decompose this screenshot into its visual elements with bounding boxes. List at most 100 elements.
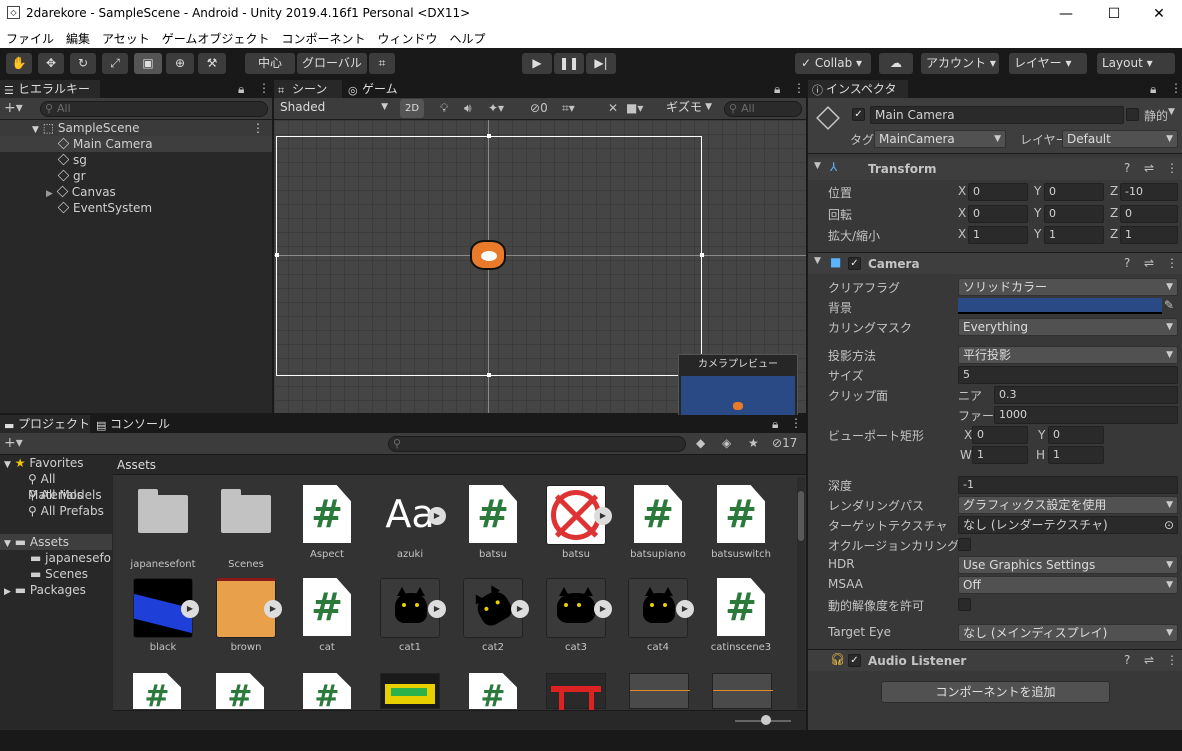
more-icon[interactable]: ⋮ xyxy=(790,416,802,430)
rect-handle[interactable] xyxy=(487,373,491,377)
camera-icon[interactable]: ■▾ xyxy=(626,101,643,115)
clear-flags-dropdown[interactable]: ソリッドカラー xyxy=(958,278,1178,296)
hidden-objects-icon[interactable]: ⊘0 xyxy=(530,101,548,115)
scale-tool-icon[interactable]: ⤢ xyxy=(102,53,128,74)
asset-catinscene3[interactable]: # catinscene3 xyxy=(703,578,779,653)
position-z-input[interactable]: -10 xyxy=(1120,183,1178,201)
menu-window[interactable]: ウィンドウ xyxy=(371,28,443,49)
msaa-dropdown[interactable]: Off xyxy=(958,576,1178,594)
tab-hierarchy[interactable]: ☰ ヒエラルキー xyxy=(0,80,100,98)
rect-handle[interactable] xyxy=(487,134,491,138)
asset-breadcrumb[interactable]: Assets xyxy=(113,455,806,475)
target-eye-dropdown[interactable]: なし (メインディスプレイ) xyxy=(958,624,1178,642)
csharp-script-icon[interactable]: # xyxy=(303,673,351,709)
rotate-tool-icon[interactable]: ↻ xyxy=(70,53,96,74)
foldout-arrow-icon[interactable]: ▼ xyxy=(814,256,821,266)
tab-console[interactable]: ▤ コンソール xyxy=(92,415,172,433)
audio-clip-preview[interactable] xyxy=(712,673,773,709)
scene-menu-icon[interactable]: ⋮ xyxy=(252,120,264,136)
component-menu-icon[interactable]: ⋮ xyxy=(1166,161,1178,175)
rect-handle[interactable] xyxy=(275,253,279,257)
menu-component[interactable]: コンポーネント xyxy=(275,28,371,49)
2d-toggle[interactable]: 2D xyxy=(400,99,424,118)
audio-listener-header[interactable]: 🎧︎ ✓ Audio Listener ? ⇌ ⋮ xyxy=(808,649,1182,671)
asset-aspect[interactable]: # Aspect xyxy=(289,485,365,560)
step-button[interactable]: ▶| xyxy=(586,53,616,74)
help-icon[interactable]: ? xyxy=(1124,653,1130,667)
layer-dropdown[interactable]: Default xyxy=(1062,130,1178,148)
minimize-button[interactable]: — xyxy=(1043,0,1089,28)
scrollbar-thumb[interactable] xyxy=(798,491,804,541)
move-tool-icon[interactable]: ✥ xyxy=(38,53,64,74)
static-checkbox[interactable] xyxy=(1126,108,1139,121)
occlusion-culling-checkbox[interactable] xyxy=(958,538,971,551)
component-menu-icon[interactable]: ⋮ xyxy=(1166,653,1178,667)
rotation-x-input[interactable]: 0 xyxy=(968,205,1028,223)
culling-mask-dropdown[interactable]: Everything xyxy=(958,318,1178,336)
hierarchy-item-eventsystem[interactable]: EventSystem xyxy=(0,200,152,216)
account-dropdown[interactable]: アカウント ▾ xyxy=(921,53,999,74)
layout-dropdown[interactable]: Layout ▾ xyxy=(1097,53,1175,74)
pause-button[interactable]: ❚❚ xyxy=(554,53,584,74)
filter-label-icon[interactable]: ◈ xyxy=(722,436,731,450)
custom-tool-icon[interactable]: ⚒ xyxy=(198,53,226,74)
asset-batsu-sprite[interactable]: ▶ batsu xyxy=(538,485,614,560)
grid-toggle-icon[interactable]: ⌗▾ xyxy=(562,101,575,116)
preset-icon[interactable]: ⇌ xyxy=(1144,256,1154,270)
rendering-path-dropdown[interactable]: グラフィックス設定を使用 xyxy=(958,496,1178,514)
viewport-y-input[interactable]: 0 xyxy=(1048,426,1104,444)
sprite-preview[interactable] xyxy=(546,673,606,710)
assets-root-row[interactable]: ▼ ▬ Assets xyxy=(0,534,112,550)
play-icon[interactable]: ▶ xyxy=(594,600,612,618)
camera-enabled-checkbox[interactable]: ✓ xyxy=(848,257,861,270)
active-checkbox[interactable]: ✓ xyxy=(852,108,865,121)
component-menu-icon[interactable]: ⋮ xyxy=(1166,256,1178,270)
audio-icon[interactable]: 🔊︎ xyxy=(464,101,472,116)
fav-all-prefabs[interactable]: ⚲ All Prefabs xyxy=(0,503,104,519)
lock-icon[interactable]: 🔒︎ xyxy=(238,82,244,97)
scene-viewport[interactable]: カメラプレビュー xyxy=(274,120,806,442)
create-plus-button[interactable]: +▾ xyxy=(4,435,23,451)
help-icon[interactable]: ? xyxy=(1124,256,1130,270)
layers-dropdown[interactable]: レイヤー ▾ xyxy=(1009,53,1087,74)
rect-handle[interactable] xyxy=(700,253,704,257)
audio-listener-enabled-checkbox[interactable]: ✓ xyxy=(848,654,861,667)
play-icon[interactable]: ▶ xyxy=(428,507,446,525)
hidden-packages-icon[interactable]: ⊘17 xyxy=(772,436,797,450)
scene-search-input[interactable]: ⚲ All xyxy=(724,101,802,117)
more-icon[interactable]: ⋮ xyxy=(793,81,805,95)
tab-game[interactable]: ◎ ゲーム xyxy=(344,80,410,98)
eyedropper-icon[interactable]: ✎ xyxy=(1164,298,1174,312)
asset-cat-script[interactable]: # cat xyxy=(289,578,365,653)
sprite-preview[interactable] xyxy=(380,673,440,709)
menu-gameobject[interactable]: ゲームオブジェクト xyxy=(156,28,276,49)
maximize-button[interactable]: ☐ xyxy=(1091,0,1137,28)
preset-icon[interactable]: ⇌ xyxy=(1144,653,1154,667)
close-button[interactable]: ✕ xyxy=(1136,0,1182,28)
asset-cat1[interactable]: ▶ cat1 xyxy=(372,578,448,653)
projection-dropdown[interactable]: 平行投影 xyxy=(958,346,1178,364)
audio-clip-preview[interactable] xyxy=(629,673,690,709)
scale-z-input[interactable]: 1 xyxy=(1120,226,1178,244)
far-input[interactable]: 1000 xyxy=(994,406,1178,424)
rotation-z-input[interactable]: 0 xyxy=(1120,205,1178,223)
position-x-input[interactable]: 0 xyxy=(968,183,1028,201)
tab-inspector[interactable]: ⓘインスペクター xyxy=(808,80,908,114)
static-dropdown-arrow-icon[interactable]: ▼ xyxy=(1168,107,1175,117)
collab-dropdown[interactable]: ✓ Collab ▾ xyxy=(795,53,871,74)
more-icon[interactable]: ⋮ xyxy=(258,81,270,95)
asset-cat4[interactable]: ▶ cat4 xyxy=(620,578,696,653)
hand-tool-icon[interactable]: ✋ xyxy=(6,53,32,74)
add-component-button[interactable]: コンポーネントを追加 xyxy=(881,681,1110,703)
pivot-toggle[interactable]: 中心 xyxy=(245,53,295,74)
shading-mode-dropdown[interactable]: Shaded xyxy=(276,99,392,117)
depth-input[interactable]: -1 xyxy=(958,476,1178,494)
object-name-input[interactable]: Main Camera xyxy=(870,106,1124,124)
favorites-row[interactable]: ▼ ★ Favorites xyxy=(0,455,84,471)
lock-icon[interactable]: 🔒︎ xyxy=(1150,82,1156,97)
scene-row[interactable]: ▼ ⬚ SampleScene ⋮ xyxy=(0,120,272,136)
camera-header[interactable]: ▼ ■ ✓ Camera ? ⇌ ⋮ xyxy=(808,252,1182,274)
scale-x-input[interactable]: 1 xyxy=(968,226,1028,244)
play-icon[interactable]: ▶ xyxy=(511,600,529,618)
viewport-w-input[interactable]: 1 xyxy=(972,446,1028,464)
